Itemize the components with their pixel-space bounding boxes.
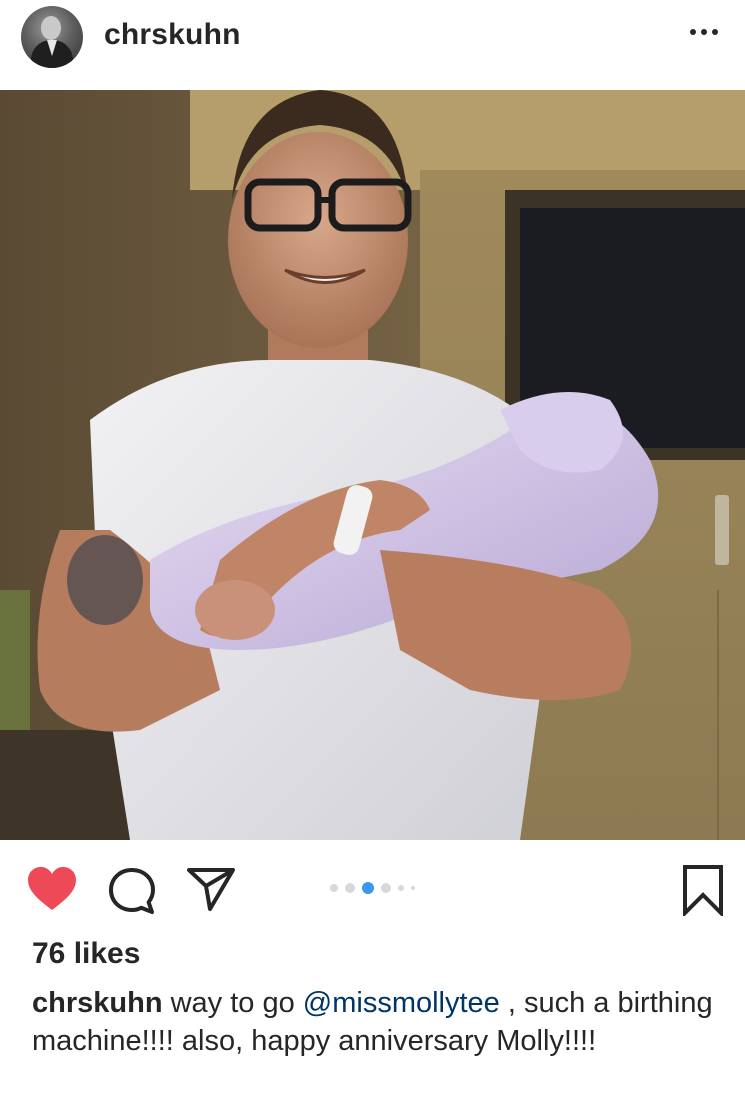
caption-text: way to go — [162, 987, 303, 1019]
action-bar — [0, 840, 745, 936]
more-dot — [701, 29, 707, 35]
bookmark-icon[interactable] — [680, 864, 726, 918]
more-options-icon[interactable] — [686, 22, 722, 42]
face — [228, 132, 408, 348]
carousel-dot — [381, 883, 391, 893]
post-username[interactable]: chrskuhn — [104, 18, 241, 52]
arm-tattoo — [67, 535, 143, 625]
more-dot — [690, 29, 696, 35]
paper-plane-icon[interactable] — [186, 866, 236, 912]
heart-icon[interactable] — [26, 866, 78, 912]
caption-mention[interactable]: @missmollytee — [303, 987, 500, 1019]
carousel-dot — [330, 884, 338, 892]
more-dot — [712, 29, 718, 35]
carousel-dot — [398, 885, 404, 891]
likes-count[interactable]: 76 likes — [32, 937, 140, 971]
background-plant — [0, 590, 30, 730]
profile-avatar[interactable] — [21, 6, 83, 68]
carousel-dot-active — [362, 882, 374, 894]
carousel-dot — [411, 886, 415, 890]
post-photo[interactable] — [0, 90, 745, 840]
post-header: chrskuhn — [0, 0, 745, 90]
carousel-dot — [345, 883, 355, 893]
wall-switch — [715, 495, 729, 565]
avatar-head-shape — [41, 16, 61, 40]
carousel-indicator — [330, 881, 415, 895]
comment-icon[interactable] — [107, 866, 157, 916]
post-photo-illustration — [0, 90, 745, 840]
post-caption: chrskuhn way to go @missmollytee , such … — [32, 984, 722, 1060]
hand — [195, 580, 275, 640]
caption-username[interactable]: chrskuhn — [32, 987, 163, 1019]
